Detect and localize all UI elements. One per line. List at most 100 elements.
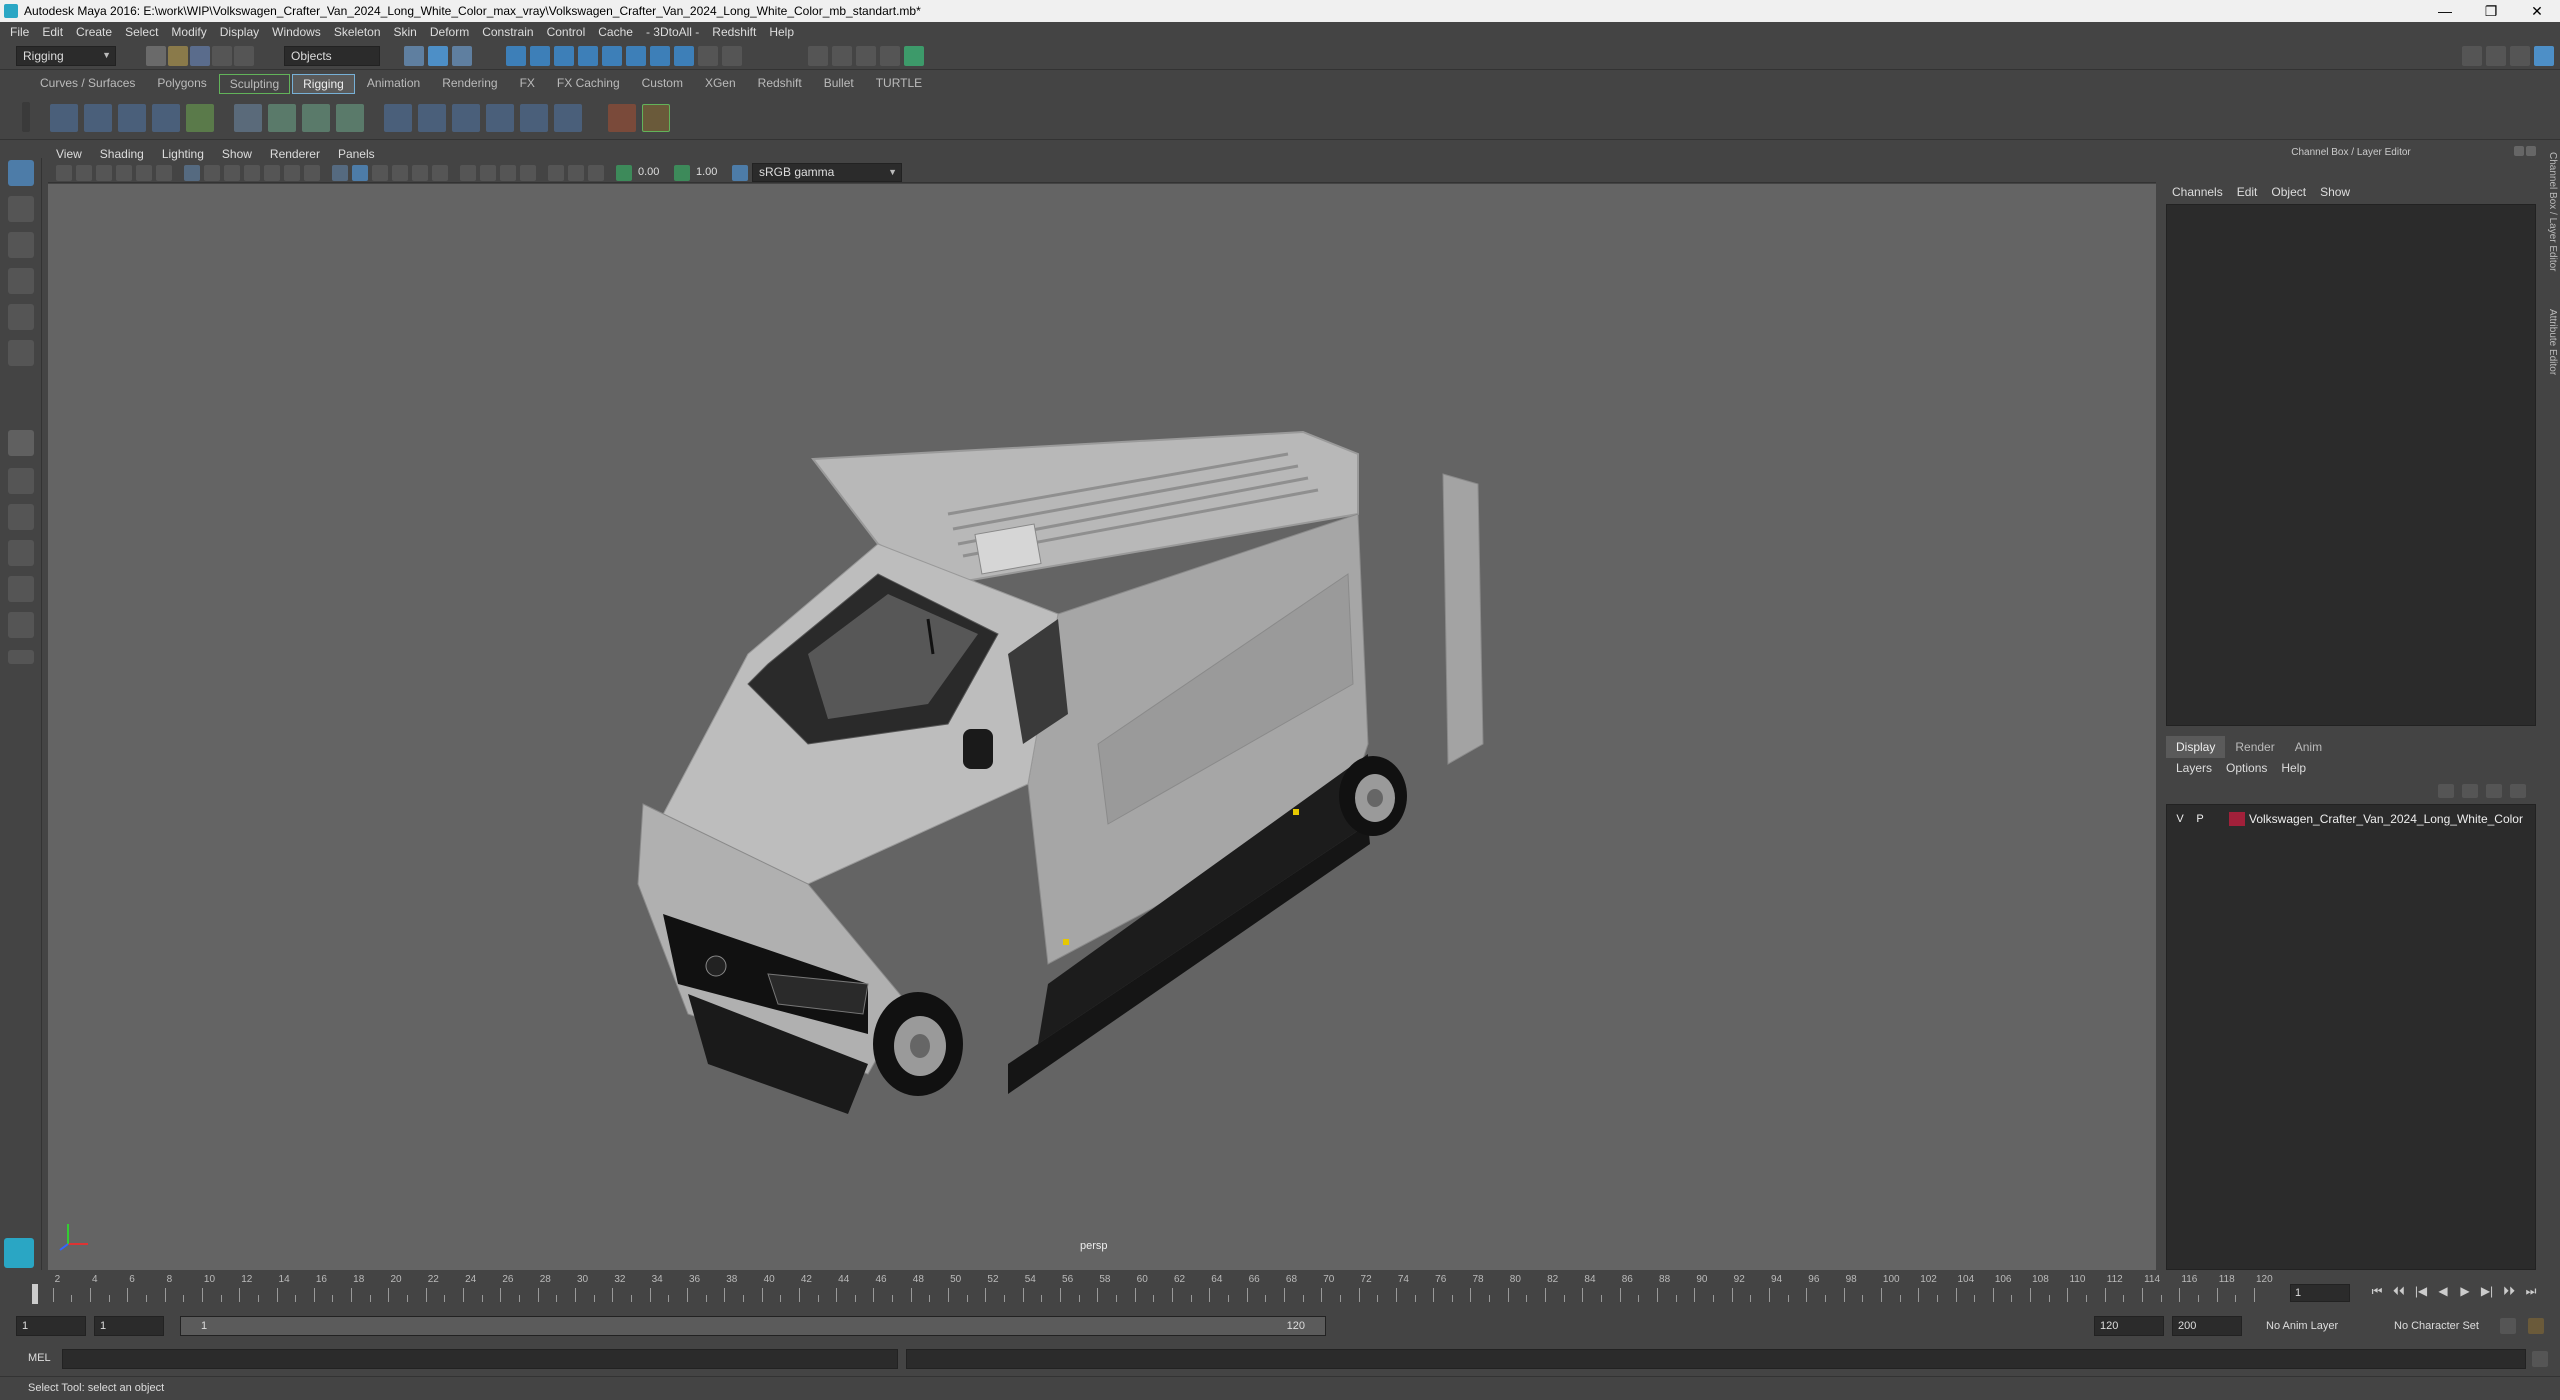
bind-skin-icon[interactable]: [302, 104, 330, 132]
layer-color-swatch[interactable]: [2229, 812, 2245, 826]
move-tool-icon[interactable]: [8, 268, 34, 294]
shelf-tab-0[interactable]: Curves / Surfaces: [30, 74, 145, 94]
shelf-options-icon[interactable]: [22, 102, 30, 132]
menu-select[interactable]: Select: [121, 25, 167, 39]
layer-playback-toggle[interactable]: P: [2193, 813, 2207, 825]
shelf-tab-4[interactable]: Animation: [357, 74, 430, 94]
wireframe-on-shaded-icon[interactable]: [372, 165, 388, 181]
new-scene-icon[interactable]: [146, 46, 166, 66]
channel-box-content[interactable]: [2166, 204, 2536, 726]
cb-menu-edit[interactable]: Edit: [2237, 185, 2258, 199]
playback-button-6[interactable]: ⏵⏵: [2498, 1284, 2520, 1302]
lock-icon[interactable]: [698, 46, 718, 66]
menu-skin[interactable]: Skin: [390, 25, 426, 39]
paint-select-icon[interactable]: [8, 232, 34, 258]
attribute-editor-icon[interactable]: [2510, 46, 2530, 66]
snap-grid-icon[interactable]: [506, 46, 526, 66]
lattice-icon[interactable]: [234, 104, 262, 132]
menu-windows[interactable]: Windows: [268, 25, 330, 39]
side-tab-channel-box[interactable]: Channel Box / Layer Editor: [2540, 152, 2558, 272]
character-controls-icon[interactable]: [2486, 46, 2506, 66]
cluster-icon[interactable]: [268, 104, 296, 132]
menu-cache[interactable]: Cache: [594, 25, 642, 39]
shelf-tab-3[interactable]: Rigging: [292, 74, 355, 94]
xray-joints-icon[interactable]: [588, 165, 604, 181]
ambient-occlusion-icon[interactable]: [460, 165, 476, 181]
menu-file[interactable]: File: [6, 25, 38, 39]
float-panel-icon[interactable]: [2514, 146, 2524, 156]
shelf-tab-6[interactable]: FX: [510, 74, 545, 94]
maximize-button[interactable]: ❐: [2468, 0, 2514, 22]
anti-aliasing-icon[interactable]: [500, 165, 516, 181]
shelf-tab-9[interactable]: XGen: [695, 74, 746, 94]
menuset-dropdown[interactable]: Rigging ▼: [16, 46, 116, 66]
layer-visibility-toggle[interactable]: V: [2173, 813, 2187, 825]
perspective-viewport[interactable]: persp: [48, 184, 2156, 1270]
single-perspective-layout-icon[interactable]: [8, 430, 34, 456]
menu-redshift[interactable]: Redshift: [708, 25, 765, 39]
script-editor-icon[interactable]: [2532, 1351, 2548, 1367]
minimize-button[interactable]: —: [2422, 0, 2468, 22]
resolution-gate-icon[interactable]: [224, 165, 240, 181]
auto-key-icon[interactable]: [2500, 1318, 2516, 1334]
textured-icon[interactable]: [392, 165, 408, 181]
shelf-tab-11[interactable]: Bullet: [814, 74, 864, 94]
set-driven-key-icon[interactable]: [642, 104, 670, 132]
paint-weights-icon[interactable]: [336, 104, 364, 132]
side-tab-attribute-editor[interactable]: Attribute Editor: [2540, 309, 2558, 375]
image-plane-icon[interactable]: [116, 165, 132, 181]
redo-icon[interactable]: [234, 46, 254, 66]
snap-view-plane-icon[interactable]: [578, 46, 598, 66]
xray-icon[interactable]: [568, 165, 584, 181]
select-by-object-icon[interactable]: [428, 46, 448, 66]
le-menu-help[interactable]: Help: [2281, 761, 2306, 775]
gamma-icon[interactable]: [674, 165, 690, 181]
color-management-icon[interactable]: [732, 165, 748, 181]
command-language-label[interactable]: MEL: [28, 1352, 51, 1364]
cb-menu-object[interactable]: Object: [2271, 185, 2306, 199]
menu-skeleton[interactable]: Skeleton: [330, 25, 390, 39]
playback-button-0[interactable]: ⏮: [2366, 1284, 2388, 1302]
grid-icon[interactable]: [184, 165, 200, 181]
shelf-tab-8[interactable]: Custom: [632, 74, 693, 94]
snap-vertex-icon[interactable]: [650, 46, 670, 66]
four-view-layout-icon[interactable]: [8, 468, 34, 494]
insert-joint-icon[interactable]: [152, 104, 180, 132]
depth-of-field-icon[interactable]: [520, 165, 536, 181]
shelf-tab-1[interactable]: Polygons: [147, 74, 216, 94]
wireframe-icon[interactable]: [332, 165, 348, 181]
hypershade-layout-icon[interactable]: [8, 576, 34, 602]
menu-modify[interactable]: Modify: [167, 25, 215, 39]
animation-end-field[interactable]: 200: [2172, 1316, 2242, 1336]
playback-button-3[interactable]: ◀: [2432, 1284, 2454, 1302]
render-current-icon[interactable]: [832, 46, 852, 66]
le-menu-layers[interactable]: Layers: [2176, 761, 2212, 775]
menu-control[interactable]: Control: [543, 25, 595, 39]
undo-icon[interactable]: [212, 46, 232, 66]
time-ruler[interactable]: 2 4 6 8 10 12 14 16 18 20 22 24 26 28 30 32 34 36 38 40 42 44…: [30, 1274, 2273, 1304]
locator-icon[interactable]: [608, 104, 636, 132]
hypershade-icon[interactable]: [904, 46, 924, 66]
playback-button-4[interactable]: ▶: [2454, 1284, 2476, 1302]
anim-layer-dropdown[interactable]: No Anim Layer: [2266, 1320, 2338, 1332]
le-menu-options[interactable]: Options: [2226, 761, 2267, 775]
motion-blur-icon[interactable]: [480, 165, 496, 181]
gamma-value[interactable]: 1.00: [696, 166, 717, 178]
smooth-shade-icon[interactable]: [352, 165, 368, 181]
use-all-lights-icon[interactable]: [412, 165, 428, 181]
render-settings-icon[interactable]: [880, 46, 900, 66]
snap-curve-icon[interactable]: [530, 46, 550, 66]
quick-rig-icon[interactable]: [186, 104, 214, 132]
channel-box-icon[interactable]: [2534, 46, 2554, 66]
current-frame-field[interactable]: 1: [2290, 1284, 2350, 1302]
menu-3dtoall[interactable]: - 3DtoAll -: [642, 25, 708, 39]
shadows-icon[interactable]: [432, 165, 448, 181]
camera-select-icon[interactable]: [56, 165, 72, 181]
playback-button-7[interactable]: ⏭: [2520, 1284, 2542, 1302]
save-scene-icon[interactable]: [190, 46, 210, 66]
gate-mask-icon[interactable]: [244, 165, 260, 181]
snap-surface-icon[interactable]: [626, 46, 646, 66]
field-chart-icon[interactable]: [264, 165, 280, 181]
more-layouts-icon[interactable]: [8, 650, 34, 664]
panel-menu-renderer[interactable]: Renderer: [270, 147, 320, 161]
